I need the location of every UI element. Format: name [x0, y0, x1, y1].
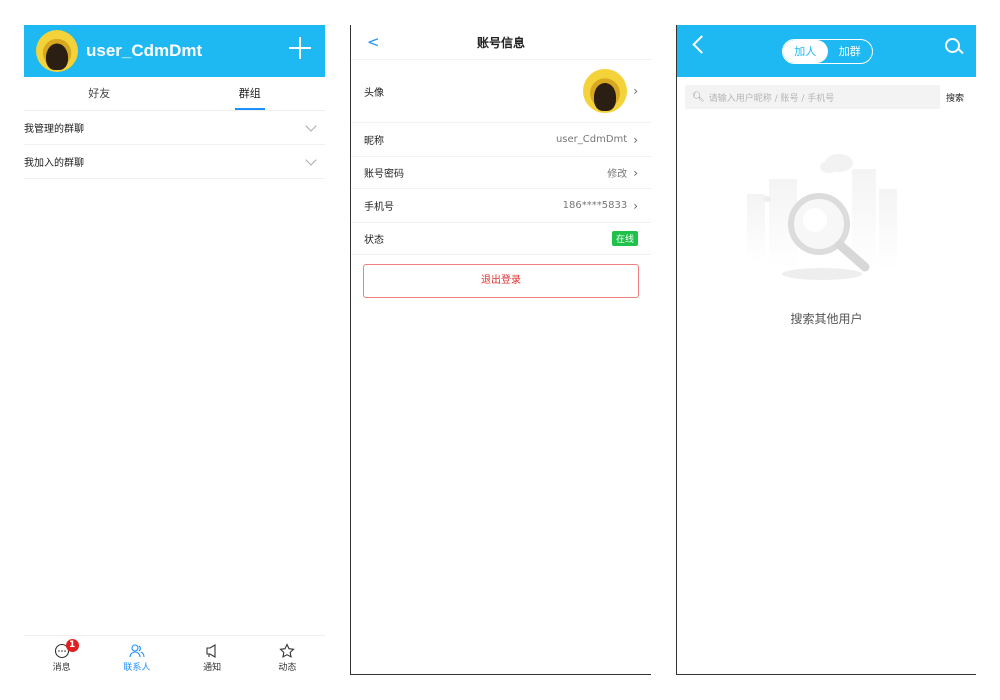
add-screen: 加人 加群 🔍︎ 请输入用户昵称 / 账号 / 手机号 搜索 搜索其他用户 [676, 25, 976, 675]
add-type-toggle: 加人 加群 [782, 39, 873, 64]
password-value-wrap: 修改 › [607, 165, 638, 181]
chevron-right-icon: › [633, 165, 638, 180]
group-section-label: 我管理的群聊 [24, 124, 84, 135]
plus-icon[interactable] [287, 35, 313, 61]
nav-label: 消息 [52, 663, 71, 673]
search-bar: 🔍︎ 请输入用户昵称 / 账号 / 手机号 搜索 [677, 85, 976, 109]
phone-value-wrap: 186****5833 › [563, 199, 638, 213]
page-title: 账号信息 [476, 35, 525, 50]
search-placeholder: 请输入用户昵称 / 账号 / 手机号 [708, 93, 835, 104]
megaphone-icon [204, 643, 220, 660]
chevron-right-icon: › [633, 84, 638, 98]
nickname-label: 昵称 [364, 136, 384, 147]
search-icon[interactable] [944, 37, 964, 57]
search-input[interactable]: 🔍︎ 请输入用户昵称 / 账号 / 手机号 [685, 85, 940, 109]
nav-moments[interactable]: 动态 [250, 636, 325, 680]
group-section-joined[interactable]: 我加入的群聊 [24, 145, 325, 179]
nav-notifications[interactable]: 通知 [175, 636, 250, 680]
tab-friends[interactable]: 好友 [24, 77, 175, 110]
back-icon[interactable]: < [367, 33, 380, 51]
avatar-row[interactable]: 头像 › [351, 60, 651, 123]
nav-label: 通知 [203, 663, 222, 673]
password-edit-link: 修改 [607, 169, 628, 180]
group-section-label: 我加入的群聊 [24, 158, 84, 169]
contacts-header: user_CdmDmt [24, 25, 325, 77]
search-icon: 🔍︎ [692, 91, 705, 103]
nav-contacts[interactable]: 联系人 [99, 636, 174, 680]
nickname-value: user_CdmDmt [555, 134, 628, 145]
avatar[interactable] [36, 30, 78, 72]
chevron-right-icon: › [633, 198, 638, 213]
chevron-down-icon [305, 119, 317, 132]
empty-state-text: 搜索其他用户 [790, 312, 863, 326]
contacts-icon [129, 643, 145, 660]
phone-label: 手机号 [364, 202, 394, 213]
contacts-tabs: 好友 群组 [24, 77, 325, 111]
tab-add-user[interactable]: 加人 [783, 40, 828, 63]
tab-add-group[interactable]: 加群 [828, 40, 873, 63]
add-header: 加人 加群 [677, 25, 976, 77]
username: user_CdmDmt [86, 41, 203, 60]
logout-button[interactable]: 退出登录 [363, 264, 639, 298]
nickname-row[interactable]: 昵称 user_CdmDmt › [351, 123, 651, 157]
account-header: < 账号信息 [351, 25, 651, 60]
avatar-label: 头像 [364, 87, 384, 99]
star-icon [279, 643, 296, 660]
account-screen: < 账号信息 头像 › 昵称 user_CdmDmt › 账号密码 修改 › 手… [350, 25, 651, 675]
nav-messages[interactable]: 1 消息 [24, 636, 99, 680]
empty-search-illustration [747, 154, 897, 280]
phone-row[interactable]: 手机号 186****5833 › [351, 189, 651, 223]
unread-badge: 1 [65, 639, 79, 652]
chat-icon: 1 [54, 639, 79, 660]
contacts-screen: user_CdmDmt 好友 群组 我管理的群聊 我加入的群聊 1 消息 联系人 [24, 25, 325, 680]
chevron-right-icon: › [633, 132, 638, 147]
status-label: 状态 [364, 235, 384, 246]
nickname-value-wrap: user_CdmDmt › [556, 133, 638, 147]
group-section-managed[interactable]: 我管理的群聊 [24, 111, 325, 145]
status-row: 状态 在线 [351, 223, 651, 255]
avatar-value: › [583, 69, 638, 113]
password-label: 账号密码 [364, 169, 404, 180]
phone-value: 186****5833 [562, 200, 628, 211]
search-button[interactable]: 搜索 [946, 91, 964, 104]
nav-label: 联系人 [123, 663, 151, 673]
back-icon[interactable] [692, 35, 711, 54]
nav-label: 动态 [278, 663, 297, 673]
avatar [583, 69, 628, 113]
chevron-down-icon [305, 153, 317, 166]
status-badge: 在线 [611, 231, 638, 246]
bottom-nav: 1 消息 联系人 通知 动态 [24, 635, 325, 680]
password-row[interactable]: 账号密码 修改 › [351, 157, 651, 189]
tab-groups[interactable]: 群组 [175, 77, 326, 110]
